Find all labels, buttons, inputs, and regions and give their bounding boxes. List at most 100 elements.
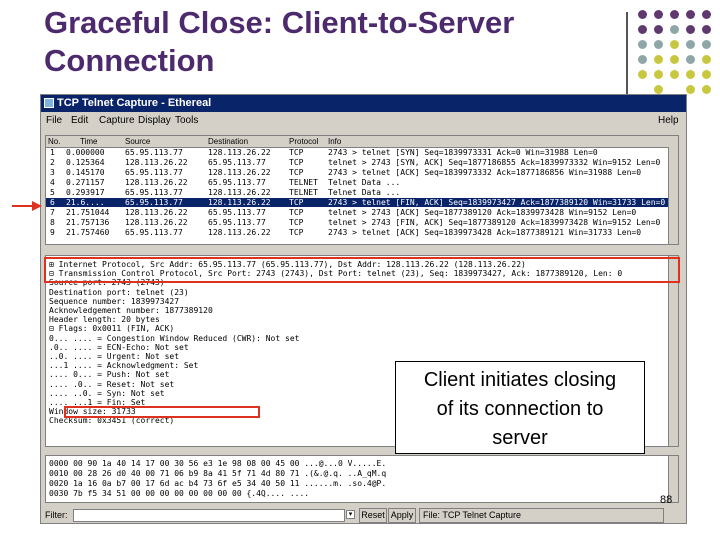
packet-cell-dst: 65.95.113.77 [208,218,266,227]
app-icon [44,98,54,108]
decorative-dot [670,25,679,34]
packet-row[interactable]: 4 0.271157 128.113.26.22 65.95.113.77 TELNET… [46,178,678,187]
window-title: TCP Telnet Capture - Ethereal [57,97,212,109]
detail-tree-line[interactable]: ⊟ Flags: 0x0011 (FIN, ACK) [49,324,174,333]
decorative-dot [654,85,663,94]
detail-tree-line[interactable]: .... ..0. = Syn: Not set [49,389,165,398]
packet-list-pane[interactable]: No. Time Source Destination Protocol Inf… [45,135,679,245]
filter-dropdown-icon[interactable]: ▾ [346,510,355,519]
column-no[interactable]: No. [48,136,60,147]
packet-row[interactable]: 3 0.145170 65.95.113.77 128.113.26.22 TCP 274… [46,168,678,177]
packet-row[interactable]: 9 21.757460 65.95.113.77 128.113.26.22 TCP 27… [46,228,678,237]
packet-cell-proto: TCP [289,228,304,237]
packet-cell-time: 0.271157 [66,178,105,187]
decorative-dot [702,70,711,79]
packet-cell-no: 2 [50,158,55,167]
packet-row[interactable]: 8 21.757136 128.113.26.22 65.95.113.77 TCP te… [46,218,678,227]
decorative-dot [686,10,695,19]
hex-line: 0030 7b f5 34 51 00 00 00 00 00 00 00 00… [49,489,310,498]
packet-cell-info: telnet > 2743 [FIN, ACK] Seq=1877389120 … [328,218,661,227]
packet-row[interactable]: 7 21.751044 128.113.26.22 65.95.113.77 TCP te… [46,208,678,217]
packet-cell-dst: 128.113.26.22 [208,198,271,207]
status-bar: Filter: ▾ Reset Apply File: TCP Telnet C… [41,507,686,523]
menu-tools[interactable]: Tools [175,113,198,129]
column-protocol[interactable]: Protocol [289,136,318,147]
packet-cell-no: 9 [50,228,55,237]
window-titlebar[interactable]: TCP Telnet Capture - Ethereal [41,95,686,112]
packet-cell-src: 65.95.113.77 [125,148,183,157]
column-time[interactable]: Time [80,136,97,147]
packet-cell-info: 2743 > telnet [ACK] Seq=1839973428 Ack=1… [328,228,642,237]
packet-cell-info: 2743 > telnet [ACK] Seq=1839973332 Ack=1… [328,168,642,177]
packet-cell-src: 128.113.26.22 [125,208,188,217]
file-info-text: File: TCP Telnet Capture [419,508,664,523]
column-info[interactable]: Info [328,136,341,147]
decorative-dot [638,25,647,34]
packet-cell-dst: 128.113.26.22 [208,148,271,157]
detail-tree-line[interactable]: Header length: 20 bytes [49,315,160,324]
detail-tree-line[interactable]: ...1 .... = Acknowledgment: Set [49,361,198,370]
packet-row[interactable]: 2 0.125364 128.113.26.22 65.95.113.77 TCP tel… [46,158,678,167]
decorative-dot [702,10,711,19]
detail-tree-line[interactable]: ..0. .... = Urgent: Not set [49,352,179,361]
packet-cell-time: 21.6.... [66,198,105,207]
hex-bytes-pane[interactable]: 0000 00 90 1a 40 14 17 00 30 56 e3 1e 98… [45,455,679,503]
menu-display[interactable]: Display [138,113,171,129]
packet-cell-no: 8 [50,218,55,227]
column-destination[interactable]: Destination [208,136,248,147]
packet-cell-proto: TCP [289,218,304,227]
decorative-dot [702,40,711,49]
menu-edit[interactable]: Edit [71,113,88,129]
detail-tree-line[interactable]: .0.. .... = ECN-Echo: Not set [49,343,189,352]
decorative-dot [702,85,711,94]
packet-cell-proto: TELNET [289,188,318,197]
packet-cell-proto: TCP [289,148,304,157]
packet-row-selected[interactable]: 6 21.6.... 65.95.113.77 128.113.26.22 TCP 274… [46,198,678,207]
packet-cell-info: 2743 > telnet [FIN, ACK] Seq=1839973427 … [328,198,666,207]
apply-button[interactable]: Apply [388,508,416,523]
packet-cell-src: 128.113.26.22 [125,218,188,227]
packet-list-scrollbar[interactable] [668,147,678,244]
menu-file[interactable]: File [46,113,62,129]
filter-input[interactable] [73,509,345,522]
decorative-dot [638,40,647,49]
callout-box: Client initiates closing of its connecti… [395,361,645,454]
column-source[interactable]: Source [125,136,150,147]
packet-cell-time: 0.000000 [66,148,105,157]
packet-cell-no: 5 [50,188,55,197]
packet-row[interactable]: 1 0.000000 65.95.113.77 128.113.26.22 TCP 274… [46,148,678,157]
packet-cell-info: telnet > 2743 [SYN, ACK] Seq=1877186855 … [328,158,661,167]
hex-line: 0010 00 28 26 d0 40 00 71 06 b9 8a 41 5f… [49,469,387,478]
decorative-dot [686,40,695,49]
packet-cell-dst: 65.95.113.77 [208,178,266,187]
packet-cell-time: 0.145170 [66,168,105,177]
decorative-dot [686,25,695,34]
packet-cell-no: 3 [50,168,55,177]
callout-line1: Client initiates closing [423,369,617,391]
packet-cell-no: 6 [50,198,55,207]
decorative-dot [654,25,663,34]
packet-row[interactable]: 5 0.293917 65.95.113.77 128.113.26.22 TELNET… [46,188,678,197]
decorative-dot [654,55,663,64]
menu-help[interactable]: Help [658,113,679,129]
packet-cell-proto: TCP [289,168,304,177]
decorative-dot [702,25,711,34]
detail-tree-line[interactable]: Sequence number: 1839973427 [49,297,179,306]
packet-cell-src: 65.95.113.77 [125,188,183,197]
detail-tree-line[interactable]: .... 0... = Push: Not set [49,370,169,379]
packet-cell-src: 65.95.113.77 [125,168,183,177]
reset-button[interactable]: Reset [359,508,387,523]
detail-tree-line[interactable]: Acknowledgement number: 1877389120 [49,306,213,315]
packet-cell-no: 1 [50,148,55,157]
detail-tree-line[interactable]: Destination port: telnet (23) [49,288,189,297]
packet-cell-info: telnet > 2743 [ACK] Seq=1877389120 Ack=1… [328,208,637,217]
detail-tree-line[interactable]: 0... .... = Congestion Window Reduced (C… [49,334,299,343]
callout-line3: server [492,427,548,449]
details-scrollbar[interactable] [668,256,678,446]
detail-tree-line[interactable]: .... .0.. = Reset: Not set [49,380,174,389]
decorative-dot [702,55,711,64]
packet-cell-no: 4 [50,178,55,187]
menu-capture[interactable]: Capture [99,113,135,129]
ethereal-window[interactable]: TCP Telnet Capture - Ethereal File Edit … [40,94,687,524]
slide-title-line1: Graceful Close: Client-to-Server [44,5,515,40]
